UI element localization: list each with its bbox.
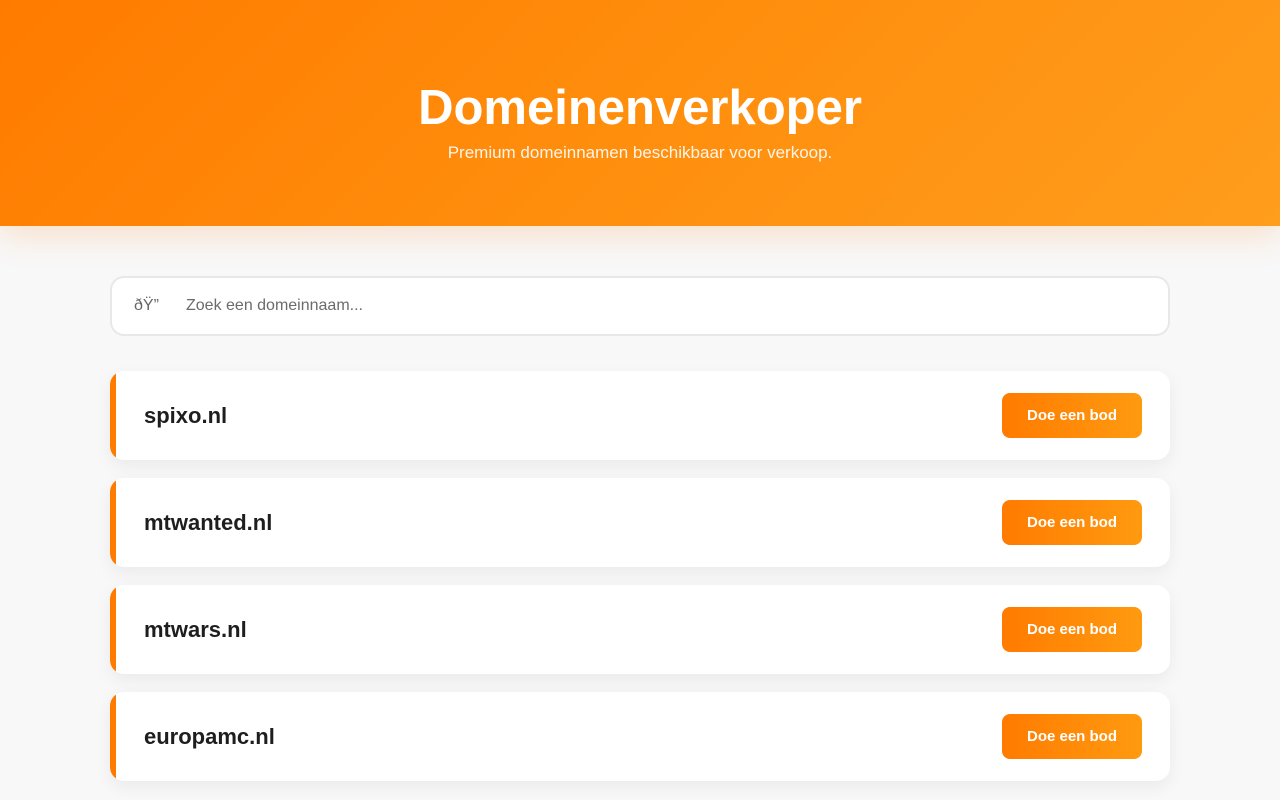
search-bar[interactable]: ðŸ”: [110, 276, 1170, 336]
page-subtitle: Premium domeinnamen beschikbaar voor ver…: [447, 143, 833, 162]
domain-card: europamc.nl Doe een bod: [110, 692, 1170, 781]
main-content: ðŸ” spixo.nl Doe een bod mtwanted.nl Doe…: [110, 276, 1170, 799]
domain-name: mtwars.nl: [144, 616, 247, 642]
domain-card: spixo.nl Doe een bod: [110, 371, 1170, 460]
domain-name: spixo.nl: [144, 402, 228, 428]
page-header: Domeinenverkoper Premium domeinnamen bes…: [0, 0, 1280, 226]
make-offer-button[interactable]: Doe een bod: [1002, 500, 1142, 545]
make-offer-button[interactable]: Doe een bod: [1002, 607, 1142, 652]
make-offer-button[interactable]: Doe een bod: [1002, 393, 1142, 438]
domain-list: spixo.nl Doe een bod mtwanted.nl Doe een…: [110, 371, 1170, 781]
search-input[interactable]: [186, 291, 1086, 321]
search-icon: ðŸ”: [134, 297, 159, 314]
domain-card: mtwars.nl Doe een bod: [110, 585, 1170, 674]
domain-name: europamc.nl: [144, 723, 275, 749]
page-title: Domeinenverkoper: [418, 81, 862, 135]
domain-name: mtwanted.nl: [144, 509, 273, 535]
domain-card: mtwanted.nl Doe een bod: [110, 478, 1170, 567]
make-offer-button[interactable]: Doe een bod: [1002, 714, 1142, 759]
